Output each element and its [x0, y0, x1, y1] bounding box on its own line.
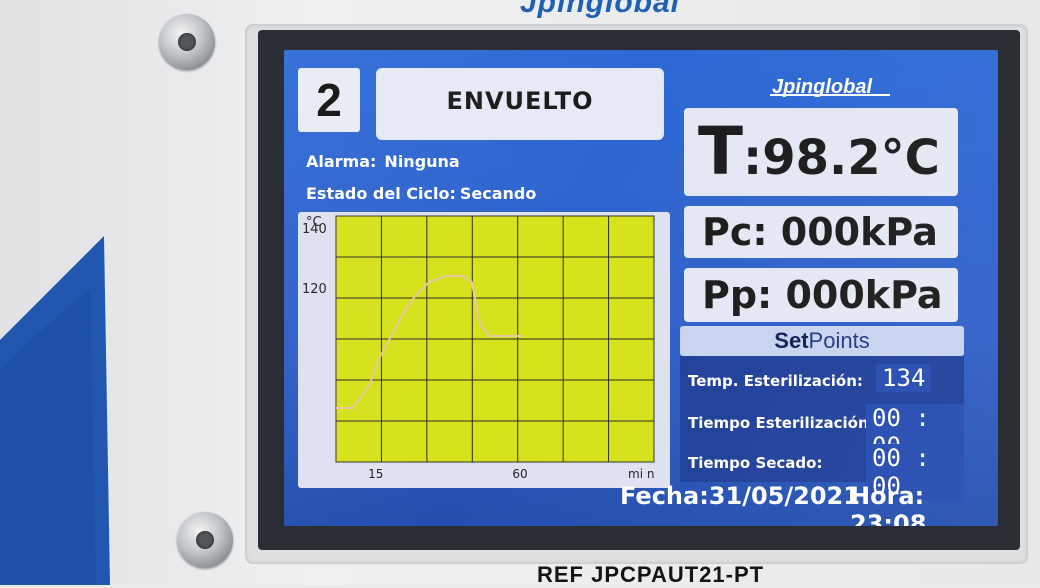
temperature-readout: T:98.2°C [684, 108, 958, 196]
setpoints-header-bold: Set [774, 328, 809, 353]
chamber-pressure-readout: Pc: 000kPa [684, 206, 958, 258]
alarm-value: Ninguna [384, 152, 460, 171]
temperature-prefix: T [698, 113, 744, 190]
alarm-label: Alarma: [306, 152, 377, 171]
y-tick-label: 120 [302, 282, 327, 297]
screw-icon [177, 512, 233, 568]
cycle-number-display[interactable]: 2 [298, 68, 360, 132]
cycle-state-label: Estado del Ciclo: [306, 184, 456, 203]
plot-area [335, 215, 655, 463]
brand-swoosh-decoration [0, 236, 110, 585]
alarm-status: Alarma: Ninguna [306, 152, 460, 171]
setpoints-header-rest: Points [808, 328, 870, 353]
x-unit-label: mi n [628, 467, 654, 481]
temperature-chart: °C mi n 140 120 15 60 [298, 212, 670, 488]
temperature-value: :98.2°C [743, 130, 940, 186]
hmi-screen: 2 ENVUELTO Alarma: Ninguna Estado del Cic… [284, 50, 998, 526]
setpoint-value-sterilization-temp[interactable]: 134 [876, 364, 932, 392]
setpoints-header[interactable]: SetPoints [680, 326, 964, 356]
y-tick-label: 140 [302, 222, 327, 237]
jacket-pressure-readout: Pp: 000kPa [684, 268, 958, 322]
cycle-state-status: Estado del Ciclo: Secando [306, 184, 536, 203]
setpoint-label-sterilization-time: Tiempo Esterilización: [688, 414, 875, 432]
program-name-button[interactable]: ENVUELTO [376, 68, 664, 140]
time-display: Hora: 23:08 [850, 482, 927, 526]
screw-icon [159, 14, 215, 70]
x-tick-label: 60 [512, 467, 527, 481]
setpoints-panel: Temp. Esterilización: 134 Tiempo Esteril… [680, 356, 964, 500]
brand-logo-underline [770, 94, 890, 96]
setpoint-label-sterilization-temp: Temp. Esterilización: [688, 372, 863, 390]
x-tick-label: 15 [368, 467, 383, 481]
date-display: Fecha:31/05/2021 [620, 482, 860, 510]
device-ref-label: REF JPCPAUT21-PT [537, 562, 765, 587]
setpoint-label-drying-time: Tiempo Secado: [688, 454, 823, 472]
cycle-state-value: Secando [459, 184, 537, 203]
temperature-chart-svg: °C mi n 14012015 60 [302, 215, 655, 481]
brand-logo-top: Jpinglobal [520, 0, 680, 19]
